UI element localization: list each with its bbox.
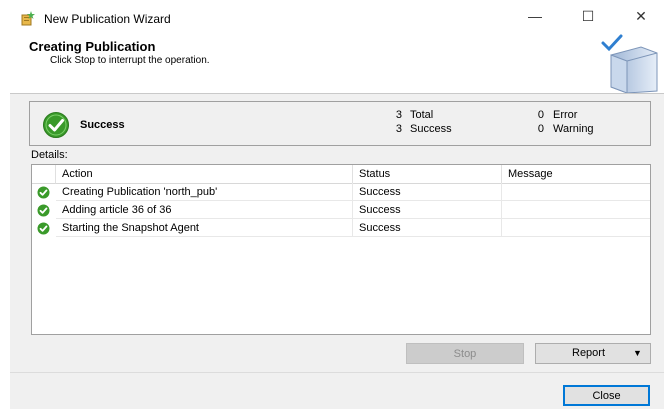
summary-status-text: Success	[80, 119, 125, 131]
total-count: 3	[395, 109, 402, 121]
row-status-cell: Success	[353, 201, 502, 219]
row-action-cell: Creating Publication 'north_pub'	[56, 183, 353, 201]
row-message-cell	[502, 183, 650, 201]
column-header-status[interactable]: Status	[353, 165, 502, 184]
success-count: 3	[395, 123, 402, 135]
page-subtitle: Click Stop to interrupt the operation.	[50, 55, 210, 66]
close-button[interactable]: Close	[563, 385, 650, 406]
minimize-button[interactable]: —	[512, 2, 558, 30]
success-check-icon	[37, 204, 50, 217]
row-message-cell	[502, 219, 650, 237]
total-label: Total	[410, 109, 434, 121]
footer-divider	[10, 372, 664, 373]
success-label: Success	[410, 123, 452, 135]
page-title: Creating Publication	[29, 39, 156, 54]
wizard-app-icon	[21, 11, 35, 26]
column-header-action[interactable]: Action	[56, 165, 353, 184]
window-title: New Publication Wizard	[44, 12, 171, 26]
row-status-cell: Success	[353, 219, 502, 237]
column-header-icon	[32, 165, 56, 184]
report-button[interactable]: Report ▼	[535, 343, 651, 364]
warning-label: Warning	[553, 123, 594, 135]
column-header-message[interactable]: Message	[502, 165, 650, 184]
row-status-cell: Success	[353, 183, 502, 201]
stop-button[interactable]: Stop	[406, 343, 524, 364]
warning-count: 0	[537, 123, 544, 135]
window-close-button[interactable]: ✕	[618, 2, 664, 30]
maximize-button[interactable]: ☐	[565, 2, 611, 30]
row-message-cell	[502, 201, 650, 219]
publication-book-icon	[601, 34, 658, 93]
row-action-cell: Adding article 36 of 36	[56, 201, 353, 219]
success-check-icon	[37, 222, 50, 235]
report-button-label: Report	[572, 347, 606, 359]
error-count: 0	[537, 109, 544, 121]
dropdown-arrow-icon: ▼	[633, 348, 642, 358]
success-check-icon	[37, 186, 50, 199]
row-action-cell: Starting the Snapshot Agent	[56, 219, 353, 237]
success-check-icon	[43, 112, 69, 138]
error-label: Error	[553, 109, 578, 121]
details-label: Details:	[31, 149, 68, 161]
